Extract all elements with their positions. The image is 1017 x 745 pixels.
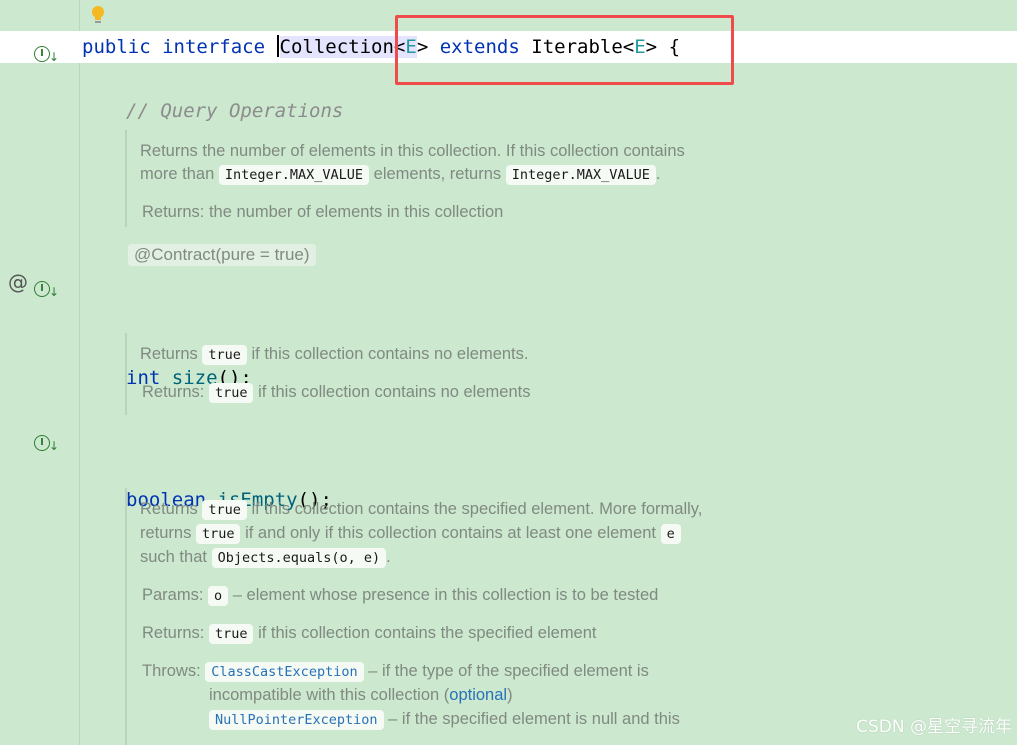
comment-query-operations: // Query Operations [126, 100, 344, 122]
doc-isempty-description: Returns true if this collection contains… [140, 345, 529, 365]
doc-size-returns: Returns: the number of elements in this … [142, 203, 504, 221]
doc-contains-returns: Returns: true if this collection contain… [142, 624, 597, 644]
lightbulb-icon[interactable] [90, 5, 106, 27]
javadoc-isempty: Returns true if this collection contains… [125, 333, 530, 415]
keyword-interface: interface [162, 36, 266, 58]
doc-contains-line-3: such that Objects.equals(o, e). [140, 548, 391, 568]
implemented-by-icon[interactable]: I ↓ [34, 37, 59, 64]
watermark: CSDN @星空寻流年 [856, 717, 1012, 737]
keyword-public: public [82, 36, 151, 58]
doc-contains-throws-cont: incompatible with this collection (optio… [209, 686, 513, 704]
doc-contains-throws-2: NullPointerException – if the specified … [140, 707, 702, 731]
javadoc-contains: Returns true if this collection contains… [125, 488, 702, 745]
doc-size-description-2: more than Integer.MAX_VALUE elements, re… [140, 165, 661, 185]
doc-contains-line-1: Returns true if this collection contains… [140, 500, 703, 520]
highlight-box [395, 15, 734, 85]
implemented-by-icon[interactable]: I ↓ [34, 426, 59, 453]
link-classcastexception[interactable]: ClassCastException [205, 662, 364, 682]
doc-contains-params: Params: o – element whose presence in th… [142, 586, 659, 606]
doc-isempty-returns: Returns: true if this collection contain… [142, 383, 531, 403]
text-caret [276, 35, 279, 57]
doc-contains-throws: Throws: ClassCastException – if the type… [142, 662, 649, 682]
annotation-at-icon[interactable]: @ [8, 272, 28, 292]
doc-size-description-1: Returns the number of elements in this c… [140, 142, 685, 160]
javadoc-size: Returns the number of elements in this c… [125, 130, 685, 227]
link-optional[interactable]: optional [449, 686, 507, 704]
annotation-contract[interactable]: @Contract(pure = true) [128, 244, 316, 266]
doc-contains-line-2: returns true if and only if this collect… [140, 521, 702, 545]
implemented-by-icon[interactable]: I ↓ [34, 272, 59, 299]
code-line-size[interactable]: @ I ↓ int size(); [0, 266, 1017, 389]
code-line-isempty[interactable]: I ↓ boolean isEmpty(); [0, 420, 1017, 511]
link-nullpointerexception[interactable]: NullPointerException [209, 710, 384, 730]
